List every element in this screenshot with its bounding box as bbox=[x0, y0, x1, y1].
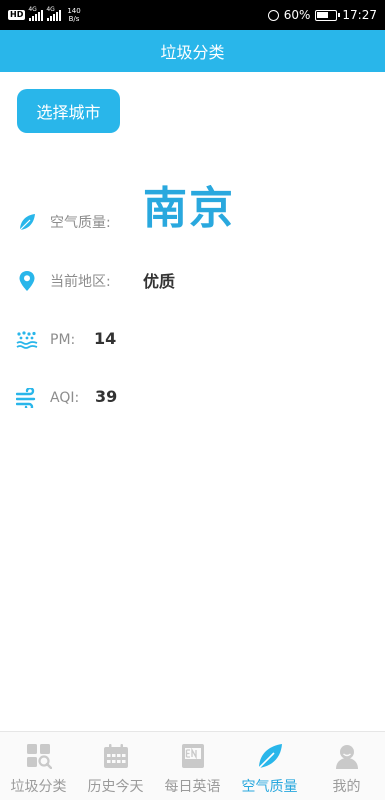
signal-icon-2: 4G bbox=[46, 6, 62, 21]
status-bar: HD 4G 4G 140 B/s 60% 17:27 bbox=[0, 0, 385, 30]
region-row: 当前地区: 优质 bbox=[16, 270, 175, 292]
battery-percent: 60% bbox=[283, 8, 311, 22]
hd-badge: HD bbox=[8, 10, 26, 20]
calendar-icon bbox=[102, 742, 130, 770]
pm-label: PM: bbox=[50, 332, 76, 348]
user-icon bbox=[333, 742, 361, 770]
select-city-button[interactable]: 选择城市 bbox=[17, 89, 120, 133]
speed-unit: B/s bbox=[68, 15, 80, 23]
air-quality-label: 空气质量: bbox=[50, 215, 111, 231]
city-name: 南京 bbox=[143, 183, 235, 234]
wind-icon bbox=[16, 387, 38, 409]
leaf-icon bbox=[256, 742, 284, 770]
aqi-value: 39 bbox=[95, 387, 118, 406]
region-label: 当前地区: bbox=[50, 274, 111, 290]
status-left: HD 4G 4G 140 B/s bbox=[8, 6, 81, 23]
tab-label: 垃圾分类 bbox=[10, 779, 67, 795]
tab-label: 每日英语 bbox=[164, 779, 221, 795]
alarm-icon bbox=[267, 9, 279, 21]
location-pin-icon bbox=[16, 270, 38, 292]
page-title: 垃圾分类 bbox=[160, 43, 225, 62]
tab-daily-english[interactable]: 每日英语 bbox=[154, 732, 231, 800]
tab-mine[interactable]: 我的 bbox=[308, 732, 385, 800]
app-header: 垃圾分类 bbox=[0, 30, 385, 72]
network-speed: 140 B/s bbox=[67, 7, 80, 23]
pm-value: 14 bbox=[94, 329, 117, 348]
tab-air-quality[interactable]: 空气质量 bbox=[231, 732, 308, 800]
signal-type-label: 4G bbox=[28, 5, 37, 13]
pm-row: PM: 14 bbox=[16, 329, 116, 351]
signal-icon: 4G bbox=[28, 6, 44, 21]
aqi-label: AQI: bbox=[50, 390, 80, 406]
particles-icon bbox=[16, 329, 38, 351]
speed-value: 140 bbox=[67, 7, 81, 15]
battery-icon bbox=[315, 9, 341, 21]
tab-label: 我的 bbox=[332, 779, 361, 795]
garbage-sort-icon bbox=[25, 742, 53, 770]
signal-type-label-2: 4G bbox=[46, 5, 55, 13]
aqi-row: AQI: 39 bbox=[16, 387, 117, 409]
tab-label: 空气质量 bbox=[241, 779, 298, 795]
region-value: 优质 bbox=[143, 272, 176, 291]
tab-history-today[interactable]: 历史今天 bbox=[77, 732, 154, 800]
bottom-tab-bar: 垃圾分类 历史今天 每日英语 空气质量 我的 bbox=[0, 731, 385, 800]
clock: 17:27 bbox=[342, 8, 377, 22]
tab-garbage-sort[interactable]: 垃圾分类 bbox=[0, 732, 77, 800]
status-right: 60% 17:27 bbox=[267, 8, 377, 22]
tab-label: 历史今天 bbox=[87, 779, 144, 795]
air-quality-row: 空气质量: bbox=[16, 211, 111, 233]
leaf-icon bbox=[16, 211, 38, 233]
english-book-icon bbox=[179, 742, 207, 770]
